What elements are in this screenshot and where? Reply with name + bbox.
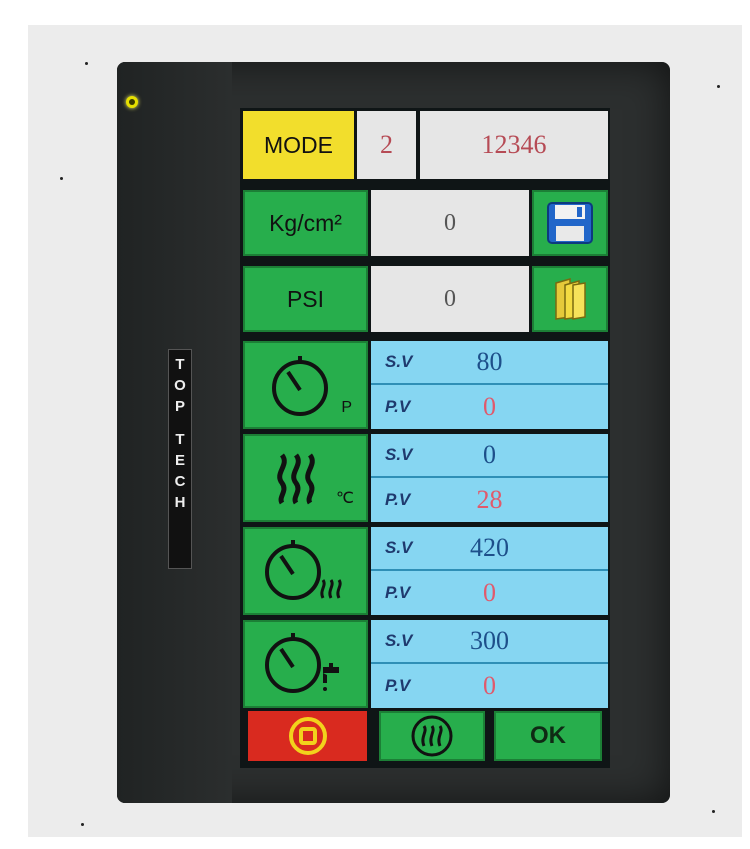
mode-code: 12346 xyxy=(481,130,547,159)
temperature-button[interactable]: ℃ xyxy=(243,434,368,522)
water-timer-values-panel[interactable]: S.V 300 P.V 0 xyxy=(371,620,608,708)
psi-unit-button[interactable]: PSI xyxy=(243,266,368,332)
dust-dot xyxy=(717,85,720,88)
row-unit: P xyxy=(341,399,352,416)
save-button[interactable] xyxy=(532,190,608,256)
pv-label: P.V xyxy=(385,676,411,695)
psi-value: 0 xyxy=(444,285,456,312)
brand-letter: P xyxy=(174,398,185,415)
dust-dot xyxy=(85,62,88,65)
heater-icon xyxy=(411,715,453,757)
brand-letter: H xyxy=(174,494,186,511)
mode-number-field[interactable]: 2 xyxy=(357,111,416,179)
brand-letter: E xyxy=(174,452,185,469)
sv-label: S.V xyxy=(385,538,413,557)
pv-value: 0 xyxy=(483,671,496,700)
open-button[interactable] xyxy=(532,266,608,332)
row-unit: ℃ xyxy=(336,490,354,507)
brand-letter: C xyxy=(174,473,186,490)
sv-label: S.V xyxy=(385,631,413,650)
timer-pressure-icon xyxy=(271,356,328,416)
pv-value: 28 xyxy=(476,485,503,514)
brand-letter: T xyxy=(175,356,185,373)
dust-dot xyxy=(60,177,63,180)
brand-letter: T xyxy=(175,431,185,448)
heat-timer-values-panel[interactable]: S.V 420 P.V 0 xyxy=(371,527,608,615)
brand-letter: O xyxy=(174,377,186,394)
pressure-values-panel[interactable]: S.V 80 P.V 0 xyxy=(371,341,608,429)
sv-value: 0 xyxy=(483,440,496,469)
timer-heat-icon xyxy=(264,540,342,600)
pv-label: P.V xyxy=(385,583,411,602)
kg-value-field[interactable]: 0 xyxy=(371,190,529,256)
sv-value: 80 xyxy=(476,347,503,376)
sv-label: S.V xyxy=(385,445,413,464)
stop-icon xyxy=(288,717,327,755)
psi-unit-label: PSI xyxy=(286,285,325,312)
sv-value: 300 xyxy=(470,626,509,655)
kg-unit-label: Kg/cm² xyxy=(269,209,342,236)
floppy-save-icon xyxy=(547,202,593,244)
temperature-values-panel[interactable]: S.V 0 P.V 28 xyxy=(371,434,608,522)
kg-value: 0 xyxy=(444,209,456,236)
sv-label: S.V xyxy=(385,352,413,371)
power-led-icon xyxy=(126,96,138,108)
sv-value: 420 xyxy=(470,533,509,562)
ok-label: OK xyxy=(530,722,566,749)
timer-water-tap-icon xyxy=(264,633,339,693)
dust-dot xyxy=(81,823,84,826)
mode-button[interactable]: MODE xyxy=(243,111,354,179)
touch-screen: MODE 2 12346 Kg/cm² 0 PSI 0 P S.V 80 P.V… xyxy=(240,108,610,768)
psi-value-field[interactable]: 0 xyxy=(371,266,529,332)
stop-button[interactable] xyxy=(248,711,367,761)
heater-button[interactable] xyxy=(379,711,485,761)
mode-label: MODE xyxy=(264,131,333,158)
pressure-timer-button[interactable]: P xyxy=(243,341,368,429)
ok-button[interactable]: OK xyxy=(494,711,602,761)
water-timer-button[interactable] xyxy=(243,620,368,708)
heat-timer-button[interactable] xyxy=(243,527,368,615)
pv-label: P.V xyxy=(385,397,411,416)
folder-open-icon xyxy=(555,278,586,320)
mode-number: 2 xyxy=(380,130,393,159)
brand-label: T O P T E C H xyxy=(168,349,192,569)
dust-dot xyxy=(712,810,715,813)
pv-label: P.V xyxy=(385,490,411,509)
pv-value: 0 xyxy=(483,392,496,421)
heat-temperature-icon xyxy=(276,453,315,505)
kg-unit-button[interactable]: Kg/cm² xyxy=(243,190,368,256)
mode-code-field[interactable]: 12346 xyxy=(420,111,608,179)
pv-value: 0 xyxy=(483,578,496,607)
